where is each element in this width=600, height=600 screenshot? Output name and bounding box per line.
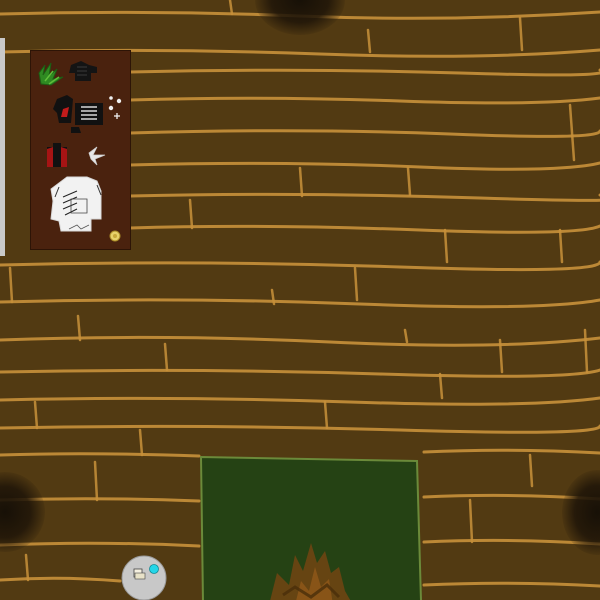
white-robe-icon[interactable]: [50, 176, 102, 232]
game-scene: [0, 0, 600, 600]
red-black-backpack-icon[interactable]: [47, 143, 67, 167]
black-leather-armor-icon[interactable]: [69, 61, 97, 81]
campfire-rug-icon[interactable]: [199, 455, 424, 600]
gold-coin-icon[interactable]: [109, 230, 121, 242]
player-character-icon[interactable]: [121, 555, 167, 600]
left-wall: [0, 38, 5, 256]
small-items-icon[interactable]: [108, 96, 122, 119]
grappling-hook-icon[interactable]: [88, 146, 106, 166]
green-plant-icon[interactable]: [38, 62, 64, 86]
item-shelf[interactable]: [30, 50, 131, 250]
black-red-shirt-icon[interactable]: [53, 95, 103, 133]
